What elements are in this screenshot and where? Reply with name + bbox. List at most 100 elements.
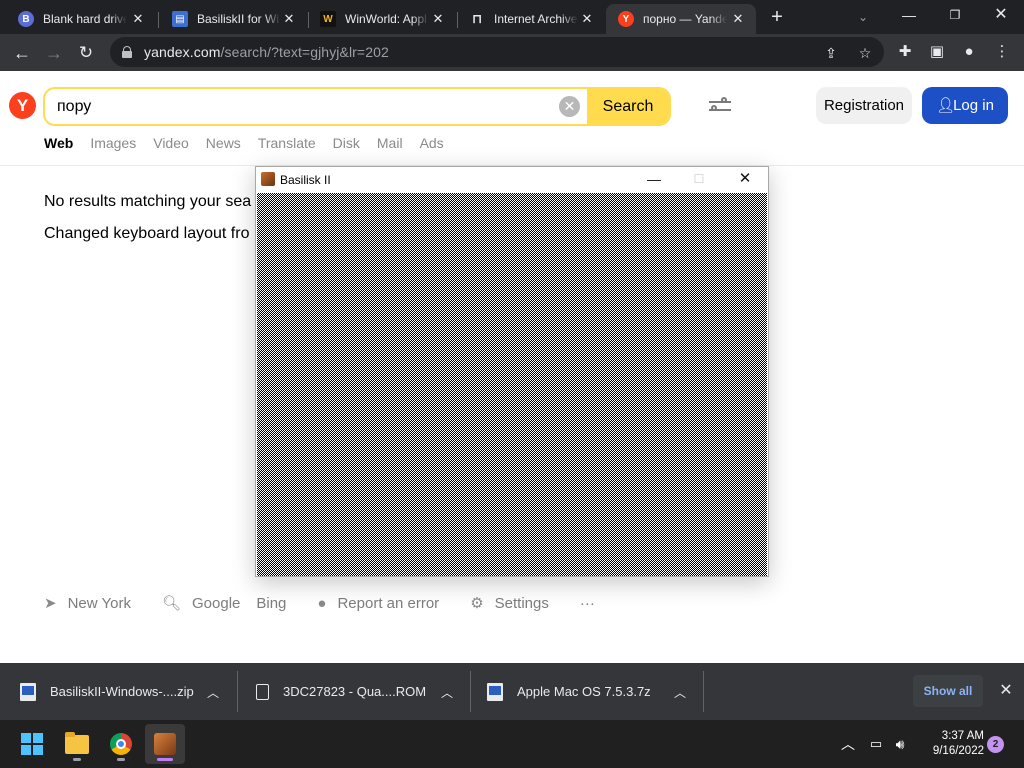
tab-close-icon[interactable]: ✕ (430, 11, 446, 27)
menu-kebab-icon[interactable]: ⋮ (992, 42, 1012, 62)
browser-tab[interactable]: ▤ BasiliskII for Wi ✕ (160, 4, 307, 34)
forward-icon[interactable]: → (40, 39, 68, 67)
notification-badge[interactable]: 2 (987, 736, 1004, 753)
download-separator (703, 671, 704, 712)
basilisk-maximize-icon[interactable]: ☐ (684, 169, 714, 189)
tab-images[interactable]: Images (90, 135, 136, 151)
search-vertical-tabs: Web Images Video News Translate Disk Mai… (44, 135, 461, 151)
tab-title: Blank hard drive (43, 12, 127, 26)
tab-close-icon[interactable]: ✕ (281, 11, 297, 27)
tab-separator (158, 12, 159, 28)
tab-title: Internet Archive (494, 12, 578, 26)
new-tab-button[interactable]: + (764, 6, 790, 28)
back-icon[interactable]: ← (8, 39, 36, 67)
login-button[interactable]: 👤︎Log in (922, 87, 1008, 124)
yandex-logo[interactable]: Y (9, 92, 36, 119)
tab-web[interactable]: Web (44, 135, 73, 151)
more-icon[interactable]: ··· (580, 595, 595, 612)
basilisk-close-icon[interactable]: ✕ (730, 169, 760, 189)
tab-news[interactable]: News (206, 135, 241, 151)
lock-icon[interactable] (122, 46, 132, 58)
login-label: Log in (953, 97, 994, 114)
download-separator (470, 671, 471, 712)
close-shelf-icon[interactable]: ✕ (996, 681, 1016, 701)
alert-icon: ● (317, 594, 327, 612)
url-host: yandex.com (144, 44, 221, 60)
basilisk-taskbar-button[interactable] (145, 724, 185, 764)
side-panel-icon[interactable]: ▣ (927, 42, 947, 62)
tab-mail[interactable]: Mail (377, 135, 403, 151)
basilisk-window[interactable]: Basilisk II — ☐ ✕ (255, 166, 769, 577)
network-icon[interactable]: ▭ (866, 734, 886, 754)
bing-link[interactable]: Bing (256, 595, 286, 612)
browser-tab[interactable]: B Blank hard drive ✕ (6, 4, 156, 34)
file-icon (256, 683, 269, 700)
search-button[interactable]: Search (587, 89, 669, 124)
tab-ads[interactable]: Ads (420, 135, 444, 151)
window-minimize-icon[interactable]: — (886, 0, 932, 32)
download-item[interactable]: Apple Mac OS 7.5.3.7z ︿ (487, 663, 697, 720)
tab-favicon-icon: Y (618, 11, 634, 27)
chrome-taskbar-button[interactable] (101, 724, 141, 764)
tab-translate[interactable]: Translate (258, 135, 316, 151)
tab-close-icon[interactable]: ✕ (130, 11, 146, 27)
start-button[interactable] (12, 724, 52, 764)
tab-search-icon[interactable]: ⌄ (853, 7, 873, 27)
show-all-downloads-button[interactable]: Show all (913, 675, 983, 707)
volume-icon[interactable]: 🔊︎ (890, 734, 910, 754)
download-item[interactable]: 3DC27823 - Qua....ROM ︿ (256, 663, 456, 720)
zip-file-icon (20, 682, 36, 701)
window-close-icon[interactable]: ✕ (978, 0, 1024, 32)
basilisk-window-title: Basilisk II (280, 173, 331, 187)
clock-time: 3:37 AM (941, 730, 984, 742)
basilisk-titlebar[interactable]: Basilisk II — ☐ ✕ (256, 167, 768, 192)
profile-icon[interactable]: ● (959, 42, 979, 62)
location-arrow-icon: ➤ (44, 595, 57, 612)
chevron-up-icon[interactable]: ︿ (673, 684, 687, 701)
user-icon: 👤︎ (936, 97, 956, 114)
window-restore-icon[interactable]: ❐ (932, 0, 978, 32)
browser-tab[interactable]: W WinWorld: Appl ✕ (308, 4, 456, 34)
url-text: yandex.com/search/?text=gjhyj&lr=202 (144, 44, 389, 60)
file-explorer-button[interactable] (57, 724, 97, 764)
browser-tab[interactable]: ⊓ Internet Archive ✕ (457, 4, 605, 34)
tab-disk[interactable]: Disk (333, 135, 360, 151)
chrome-icon (110, 733, 132, 755)
settings-link[interactable]: Settings (495, 595, 549, 612)
search-input[interactable] (57, 89, 547, 124)
running-indicator (117, 758, 125, 761)
share-icon[interactable]: ⇪ (822, 44, 840, 62)
show-hidden-icons-icon[interactable]: ︿ (838, 734, 858, 754)
reload-icon[interactable]: ↻ (72, 39, 100, 67)
clock-date: 9/16/2022 (932, 745, 984, 757)
tab-close-icon[interactable]: ✕ (730, 11, 746, 27)
download-name: 3DC27823 - Qua....ROM (283, 684, 427, 699)
windows-taskbar: ︿ ▭ 🔊︎ 3:37 AM 9/16/2022 2 (0, 720, 1024, 768)
running-indicator (73, 758, 81, 761)
url-path: /search/?text=gjhyj&lr=202 (220, 44, 389, 60)
chevron-up-icon[interactable]: ︿ (206, 684, 220, 701)
search-filters-icon[interactable] (707, 95, 733, 117)
tab-video[interactable]: Video (153, 135, 189, 151)
download-item[interactable]: BasiliskII-Windows-....zip ︿ (20, 663, 230, 720)
tab-favicon-icon: ▤ (172, 11, 188, 27)
report-error-link[interactable]: Report an error (337, 595, 439, 612)
bookmark-star-icon[interactable]: ☆ (856, 44, 874, 62)
extensions-icon[interactable]: ✚ (895, 42, 915, 62)
location-link[interactable]: New York (68, 595, 131, 612)
download-name: Apple Mac OS 7.5.3.7z (517, 684, 651, 699)
basilisk-minimize-icon[interactable]: — (639, 169, 669, 189)
download-shelf: BasiliskII-Windows-....zip ︿ 3DC27823 - … (0, 663, 1024, 720)
google-link[interactable]: Google (192, 595, 240, 612)
address-bar[interactable]: yandex.com/search/?text=gjhyj&lr=202 ⇪ ☆ (110, 37, 884, 67)
tab-favicon-icon: ⊓ (471, 11, 483, 26)
emulator-screen[interactable] (257, 193, 767, 576)
search-box: ✕ Search (43, 87, 671, 126)
download-separator (237, 671, 238, 712)
clear-search-icon[interactable]: ✕ (559, 96, 580, 117)
registration-button[interactable]: Registration (816, 87, 912, 124)
tab-close-icon[interactable]: ✕ (579, 11, 595, 27)
browser-tab-active[interactable]: Y порно — Yande ✕ (606, 4, 756, 34)
chevron-up-icon[interactable]: ︿ (440, 684, 454, 701)
system-clock[interactable]: 3:37 AM 9/16/2022 (916, 729, 984, 759)
